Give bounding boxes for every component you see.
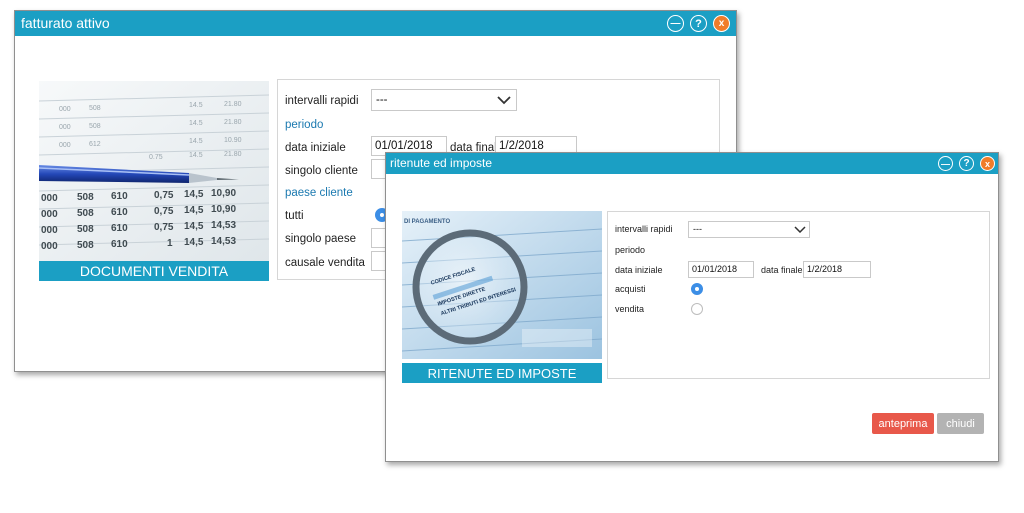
svg-text:508: 508 <box>89 105 101 112</box>
periodo-label: periodo <box>615 245 646 255</box>
tutti-label: tutti <box>285 210 304 222</box>
spreadsheet-cell: 610 <box>111 207 128 218</box>
spreadsheet-cell: 0,75 <box>154 222 174 233</box>
documenti-vendita-caption-text: DOCUMENTI VENDITA <box>79 263 229 279</box>
svg-text:21.80: 21.80 <box>224 101 242 108</box>
chevron-down-icon <box>794 226 806 233</box>
spreadsheet-cell: 508 <box>77 208 94 219</box>
svg-text:21.80: 21.80 <box>224 119 242 126</box>
help-icon[interactable]: ? <box>959 156 974 171</box>
svg-text:14.5: 14.5 <box>189 152 203 159</box>
spreadsheet-cell: 0,75 <box>154 190 174 201</box>
svg-text:508: 508 <box>89 123 101 130</box>
spreadsheet-cell: 14,53 <box>211 220 236 231</box>
spreadsheet-cell: 610 <box>111 191 128 202</box>
chiudi-button[interactable]: chiudi <box>937 413 984 434</box>
intervalli-rapidi-select[interactable]: --- <box>371 89 517 111</box>
acquisti-label: acquisti <box>615 284 646 294</box>
spreadsheet-cell: 508 <box>77 192 94 203</box>
svg-text:000: 000 <box>59 124 71 131</box>
dialog-title: ritenute ed imposte <box>390 156 493 170</box>
spreadsheet-cell: 508 <box>77 224 94 235</box>
spreadsheet-cell: 1 <box>167 238 173 249</box>
anteprima-button[interactable]: anteprima <box>872 413 934 434</box>
intervalli-rapidi-value: --- <box>693 224 702 234</box>
data-iniziale-input[interactable]: 01/01/2018 <box>688 261 754 278</box>
spreadsheet-cell: 0,75 <box>154 206 174 217</box>
intervalli-rapidi-label: intervalli rapidi <box>615 224 673 234</box>
chevron-down-icon <box>497 96 511 105</box>
data-finale-label: data finale <box>761 265 803 275</box>
main-titlebar: fatturato attivo — ? x <box>15 11 736 36</box>
spreadsheet-cell: 14,5 <box>184 205 204 216</box>
data-iniziale-label: data iniziale <box>615 265 663 275</box>
vendita-label: vendita <box>615 304 645 314</box>
ritenute-caption: RITENUTE ED IMPOSTE <box>402 363 602 383</box>
svg-text:000: 000 <box>59 106 71 113</box>
causale-vendita-label: causale vendita <box>285 257 365 269</box>
dialog-titlebar: ritenute ed imposte — ? x <box>386 153 998 174</box>
spreadsheet-cell: 14,5 <box>184 237 204 248</box>
spreadsheet-cell: 610 <box>111 239 128 250</box>
close-icon[interactable]: x <box>713 15 730 32</box>
spreadsheet-cell: 14,5 <box>184 189 204 200</box>
documenti-vendita-image: 000 508 14.5 21.80 000 508 14.5 21.80 000 612 14… <box>39 81 269 261</box>
svg-text:000: 000 <box>59 142 71 149</box>
svg-text:612: 612 <box>89 141 101 148</box>
data-iniziale-label: data iniziale <box>285 142 346 154</box>
spreadsheet-cell: 610 <box>111 223 128 234</box>
spreadsheet-cell: 000 <box>41 193 58 204</box>
spreadsheet-pen-illustration: 000 508 14.5 21.80 000 508 14.5 21.80 000 612 14… <box>39 81 269 261</box>
tax-form-magnifier-illustration: DI PAGAMENTO CODICE FISCALE IMPOSTE DIRE… <box>402 211 602 359</box>
spreadsheet-cell: 508 <box>77 240 94 251</box>
intervalli-rapidi-value: --- <box>376 94 388 106</box>
svg-text:10.90: 10.90 <box>224 137 242 144</box>
close-icon[interactable]: x <box>980 156 995 171</box>
documenti-vendita-caption: DOCUMENTI VENDITA <box>39 261 269 281</box>
ritenute-caption-text: RITENUTE ED IMPOSTE <box>427 365 577 381</box>
svg-text:14.5: 14.5 <box>189 120 203 127</box>
spreadsheet-cell: 000 <box>41 225 58 236</box>
intervalli-rapidi-label: intervalli rapidi <box>285 95 359 107</box>
help-icon[interactable]: ? <box>690 15 707 32</box>
paese-cliente-label: paese cliente <box>285 187 353 199</box>
svg-text:14.5: 14.5 <box>189 102 203 109</box>
main-window-title: fatturato attivo <box>21 15 110 31</box>
ritenute-image: DI PAGAMENTO CODICE FISCALE IMPOSTE DIRE… <box>402 211 602 359</box>
svg-text:0.75: 0.75 <box>149 154 163 161</box>
spreadsheet-cell: 10,90 <box>211 204 236 215</box>
spreadsheet-cell: 000 <box>41 209 58 220</box>
document-text: DI PAGAMENTO <box>404 219 450 225</box>
ritenute-dialog: ritenute ed imposte — ? x DI PAGAMENTO C… <box>385 152 999 462</box>
minimize-icon[interactable]: — <box>938 156 953 171</box>
minimize-icon[interactable]: — <box>667 15 684 32</box>
spreadsheet-cell: 10,90 <box>211 188 236 199</box>
spreadsheet-cell: 14,53 <box>211 236 236 247</box>
singolo-paese-label: singolo paese <box>285 233 356 245</box>
spreadsheet-cell: 000 <box>41 241 58 252</box>
intervalli-rapidi-select[interactable]: --- <box>688 221 810 238</box>
spreadsheet-cell: 14,5 <box>184 221 204 232</box>
data-finale-input[interactable]: 1/2/2018 <box>803 261 871 278</box>
svg-text:14.5: 14.5 <box>189 138 203 145</box>
periodo-label: periodo <box>285 119 324 131</box>
svg-text:21.80: 21.80 <box>224 151 242 158</box>
acquisti-radio[interactable] <box>691 283 703 295</box>
vendita-radio[interactable] <box>691 303 703 315</box>
singolo-cliente-label: singolo cliente <box>285 165 358 177</box>
